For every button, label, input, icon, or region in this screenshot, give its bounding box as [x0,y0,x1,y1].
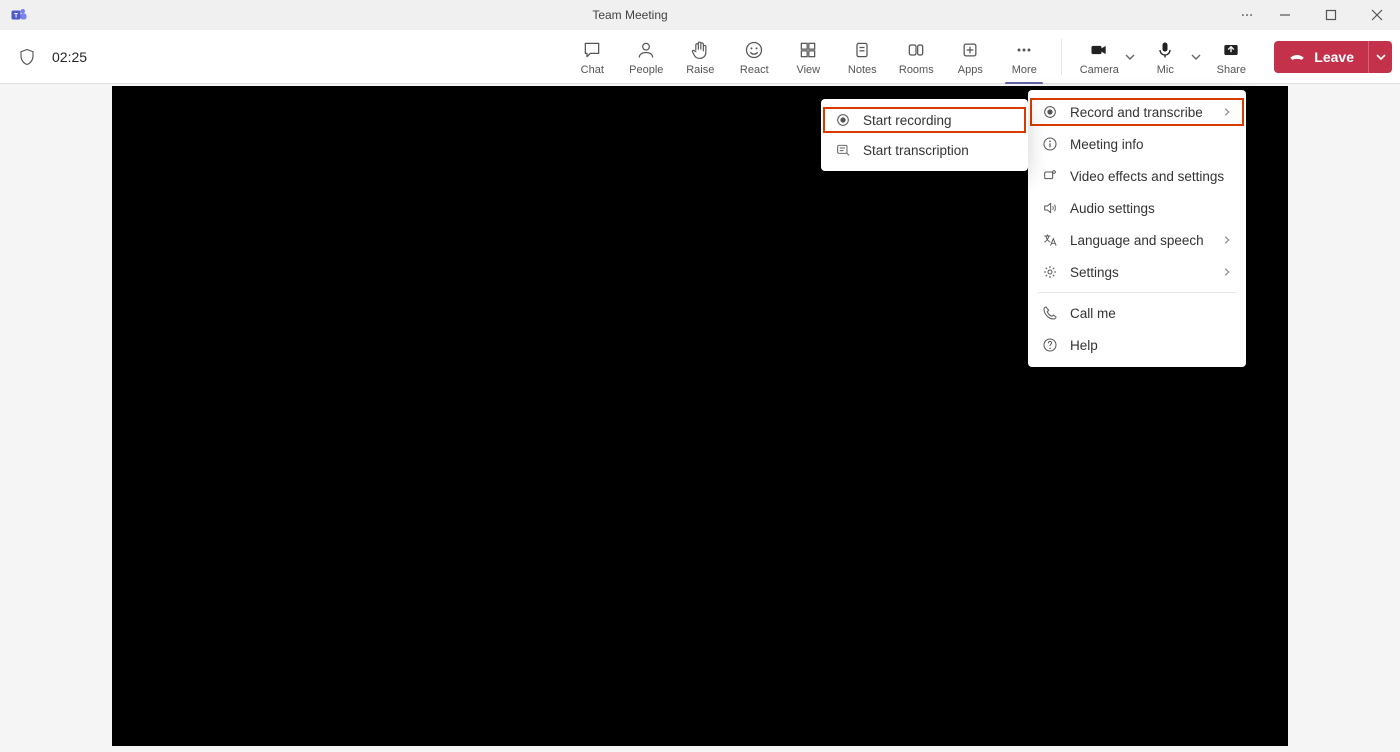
ellipsis-icon [1013,38,1035,62]
meeting-timer: 02:25 [52,49,87,65]
shield-icon[interactable] [18,48,36,66]
hangup-icon [1288,48,1306,66]
apps-icon [960,38,980,62]
leave-button-group: Leave [1274,41,1392,73]
language-icon [1042,232,1058,248]
chevron-down-icon[interactable] [1124,51,1136,63]
speaker-icon [1042,200,1058,216]
menu-meeting-info[interactable]: Meeting info [1028,128,1246,160]
window-controls [1232,0,1400,30]
apps-button[interactable]: Apps [945,33,995,81]
mic-button[interactable]: Mic [1140,33,1190,81]
record-transcribe-submenu: Start recording Start transcription [821,99,1028,171]
camera-icon [1089,38,1109,62]
leave-label: Leave [1314,49,1354,65]
notes-button[interactable]: Notes [837,33,887,81]
menu-label: Audio settings [1070,201,1232,216]
leave-caret-button[interactable] [1368,41,1392,73]
record-icon [835,112,851,128]
title-bar: T Team Meeting [0,0,1400,30]
react-button[interactable]: React [729,33,779,81]
menu-label: Settings [1070,265,1210,280]
teams-app-icon: T [10,6,28,24]
chat-icon [582,38,602,62]
submenu-start-recording[interactable]: Start recording [821,105,1028,135]
close-button[interactable] [1354,0,1400,30]
people-button[interactable]: People [621,33,671,81]
menu-divider [1038,292,1236,293]
meeting-toolbar: 02:25 Chat People Raise React View Notes [0,30,1400,84]
rooms-label: Rooms [899,64,934,76]
raise-button[interactable]: Raise [675,33,725,81]
view-label: View [796,64,820,76]
rooms-icon [906,38,926,62]
window-title: Team Meeting [28,8,1232,22]
submenu-label: Start recording [863,113,1014,128]
menu-label: Help [1070,338,1232,353]
toolbar-divider [1061,39,1062,75]
react-label: React [740,64,769,76]
menu-settings[interactable]: Settings [1028,256,1246,288]
record-icon [1042,104,1058,120]
notes-icon [852,38,872,62]
menu-label: Call me [1070,306,1232,321]
menu-label: Language and speech [1070,233,1210,248]
submenu-start-transcription[interactable]: Start transcription [821,135,1028,165]
camera-group: Camera [1074,33,1136,81]
menu-call-me[interactable]: Call me [1028,297,1246,329]
menu-help[interactable]: Help [1028,329,1246,361]
rooms-button[interactable]: Rooms [891,33,941,81]
mic-label: Mic [1157,64,1174,76]
chevron-right-icon [1222,235,1232,245]
chat-button[interactable]: Chat [567,33,617,81]
raise-hand-icon [690,38,710,62]
minimize-button[interactable] [1262,0,1308,30]
notes-label: Notes [848,64,877,76]
gear-icon [1042,264,1058,280]
people-icon [636,38,656,62]
view-button[interactable]: View [783,33,833,81]
video-effects-icon [1042,168,1058,184]
share-label: Share [1217,64,1246,76]
menu-record-transcribe[interactable]: Record and transcribe [1028,96,1246,128]
apps-label: Apps [958,64,983,76]
people-label: People [629,64,663,76]
chevron-right-icon [1222,107,1232,117]
toolbar-left: 02:25 [18,48,87,66]
info-icon [1042,136,1058,152]
menu-audio-settings[interactable]: Audio settings [1028,192,1246,224]
menu-label: Video effects and settings [1070,169,1232,184]
maximize-button[interactable] [1308,0,1354,30]
more-label: More [1012,64,1037,76]
share-button[interactable]: Share [1206,33,1256,81]
camera-button[interactable]: Camera [1074,33,1124,81]
chevron-right-icon [1222,267,1232,277]
camera-label: Camera [1080,64,1119,76]
toolbar-right: Chat People Raise React View Notes Rooms [567,33,1392,81]
menu-label: Meeting info [1070,137,1232,152]
share-icon [1221,38,1241,62]
emoji-icon [744,38,764,62]
phone-icon [1042,305,1058,321]
submenu-label: Start transcription [863,143,1014,158]
chevron-down-icon[interactable] [1190,51,1202,63]
transcript-icon [835,142,851,158]
chevron-down-icon [1375,51,1387,63]
menu-language-speech[interactable]: Language and speech [1028,224,1246,256]
titlebar-more-icon[interactable] [1232,0,1262,30]
help-icon [1042,337,1058,353]
more-button[interactable]: More [999,33,1049,81]
more-menu: Record and transcribe Meeting info Video… [1028,90,1246,367]
grid-icon [798,38,818,62]
menu-label: Record and transcribe [1070,105,1210,120]
mic-group: Mic [1140,33,1202,81]
chat-label: Chat [581,64,604,76]
menu-video-effects[interactable]: Video effects and settings [1028,160,1246,192]
leave-button[interactable]: Leave [1274,41,1368,73]
raise-label: Raise [686,64,714,76]
mic-icon [1155,38,1175,62]
